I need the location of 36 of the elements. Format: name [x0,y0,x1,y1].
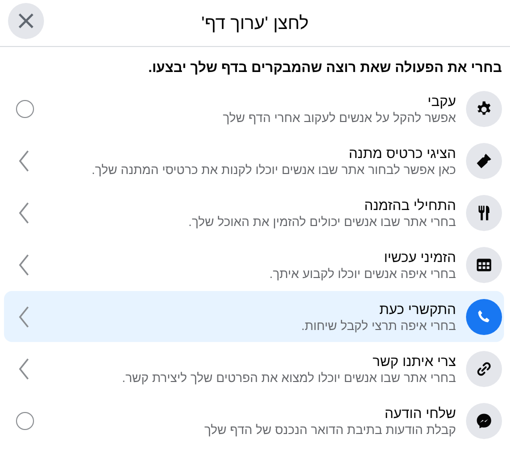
option-title: התקשרי כעת [379,300,456,316]
action-option[interactable]: הציגי כרטיס מתנה כאן אפשר לבחור אתר שבו אנשים יוכלו לקנות את כרטיסי המתנה שלך. [4,135,504,186]
instruction-text: בחרי את הפעולה שאת רוצה שהמבקרים בדף שלך יבצעו. [147,59,502,75]
option-title: התחילי בהזמנה [364,196,456,212]
option-description: בחרי איפה אנשים יוכלו לקבוע איתך. [269,266,456,280]
option-title: צרי איתנו קשר [372,352,456,368]
option-title: עקבי [428,92,456,108]
option-title: הזמיני עכשיו [384,248,456,264]
option-description: קבלת הודעות בתיבת הדואר הנכנס של הדף שלך [204,422,456,436]
option-description: אפשר להקל על אנשים לעקוב אחרי הדף שלך [222,110,456,124]
option-description: בחרי אתר שבו אנשים יכולים להזמין את האוכל שלך. [188,214,456,228]
link-icon [475,360,493,378]
dialog-title: לחצן 'ערוך דף' [201,12,309,34]
action-option[interactable]: הזמיני עכשיו בחרי איפה אנשים יוכלו לקבוע איתך. [4,239,504,290]
option-title: שלחי הודעה [384,404,456,420]
gear-icon [475,100,493,118]
action-option[interactable]: התחילי בהזמנה בחרי אתר שבו אנשים יכולים להזמין את האוכל שלך. [4,187,504,238]
option-description: בחרי אתר שבו אנשים יוכלו למצוא את הפרטים שלך ליצירת קשר. [122,370,456,384]
radio-button[interactable] [16,100,34,118]
chevron-icon[interactable] [18,306,30,328]
option-description: כאן אפשר לבחור אתר שבו אנשים יוכלו לקנות את כרטיסי המתנה שלך. [92,162,456,176]
action-option[interactable]: שלחי הודעה קבלת הודעות בתיבת הדואר הנכנס של הדף שלך [4,395,504,446]
option-title: הציגי כרטיס מתנה [348,144,456,160]
chevron-icon[interactable] [18,358,30,380]
chevron-icon[interactable] [18,202,30,224]
messenger-icon [475,412,493,430]
calendar-icon [475,256,493,274]
action-option[interactable]: צרי איתנו קשר בחרי אתר שבו אנשים יוכלו למצוא את הפרטים שלך ליצירת קשר. [4,343,504,394]
action-option[interactable]: עקבי אפשר להקל על אנשים לעקוב אחרי הדף שלך [4,83,504,134]
action-option[interactable]: התקשרי כעת בחרי איפה תרצי לקבל שיחות. [4,291,504,342]
chevron-icon[interactable] [18,150,30,172]
chevron-icon[interactable] [18,254,30,276]
close-button[interactable]: × [8,3,44,39]
ticket-icon [475,152,493,170]
radio-button[interactable] [16,412,34,430]
option-description: בחרי איפה תרצי לקבל שיחות. [301,318,456,332]
